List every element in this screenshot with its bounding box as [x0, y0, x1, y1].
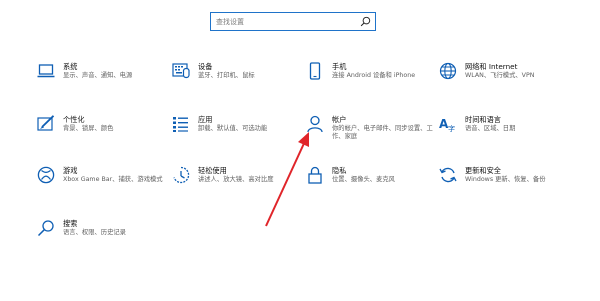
- annotation-arrow: [265, 132, 309, 227]
